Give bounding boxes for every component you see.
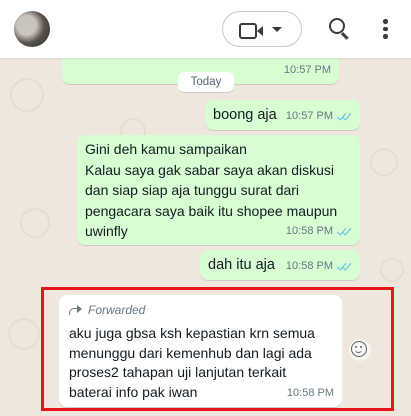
read-receipt-icon (336, 111, 352, 122)
read-receipt-icon (336, 261, 352, 272)
message-text: dah itu aja (208, 257, 275, 273)
message-time: 10:57 PM (283, 64, 331, 76)
message-bubble-outgoing[interactable]: boong aja 10:57 PM (205, 100, 360, 130)
highlight-box (41, 287, 394, 411)
video-camera-icon (239, 23, 263, 39)
search-icon[interactable] (329, 18, 345, 34)
chat-header (0, 0, 411, 58)
date-separator: Today (178, 72, 234, 92)
caret-down-icon (272, 27, 282, 32)
more-vertical-icon[interactable] (383, 19, 388, 42)
message-text: boong aja (213, 107, 277, 123)
contact-avatar[interactable] (14, 11, 50, 47)
message-bubble-outgoing[interactable]: dah itu aja 10:58 PM (200, 250, 360, 280)
video-call-button[interactable] (222, 11, 302, 47)
message-time: 10:58 PM (286, 221, 352, 241)
message-time: 10:58 PM (286, 256, 352, 276)
message-bubble-outgoing[interactable]: Gini deh kamu sampaikan Kalau saya gak s… (77, 135, 360, 245)
message-time: 10:57 PM (286, 106, 352, 126)
read-receipt-icon (336, 226, 352, 237)
